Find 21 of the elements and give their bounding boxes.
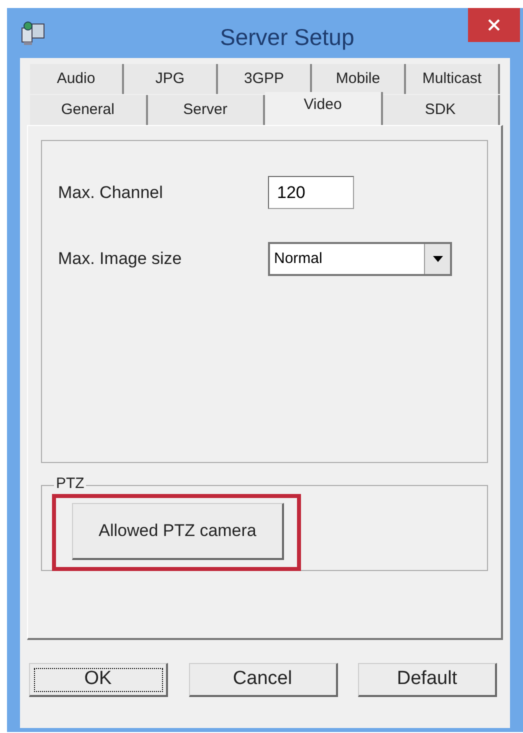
- tab[interactable]: Server: [148, 95, 265, 125]
- dialog-button[interactable]: Default: [358, 663, 497, 697]
- tab[interactable]: Mobile: [312, 64, 406, 94]
- tab[interactable]: SDK: [382, 95, 500, 125]
- tab[interactable]: JPG: [124, 64, 218, 94]
- field-label: Max. Image size: [58, 248, 183, 270]
- tab[interactable]: General: [30, 95, 148, 125]
- dialog-button[interactable]: Cancel: [188, 663, 338, 697]
- tab[interactable]: Video: [265, 92, 382, 125]
- tab[interactable]: Audio: [30, 64, 124, 94]
- input-field[interactable]: 120: [268, 176, 354, 209]
- field-label: Max. Channel: [58, 182, 164, 204]
- tab[interactable]: 3GPP: [218, 64, 312, 94]
- tab[interactable]: Multicast: [406, 64, 500, 94]
- dialog-button[interactable]: OK: [29, 663, 168, 697]
- window-title: Server Setup: [220, 23, 354, 52]
- close-icon: [488, 19, 500, 31]
- dropdown-field[interactable]: Normal: [268, 242, 452, 276]
- close-button[interactable]: [468, 8, 520, 42]
- ptz-button[interactable]: Allowed PTZ camera: [72, 503, 284, 560]
- caret-icon: [424, 244, 450, 274]
